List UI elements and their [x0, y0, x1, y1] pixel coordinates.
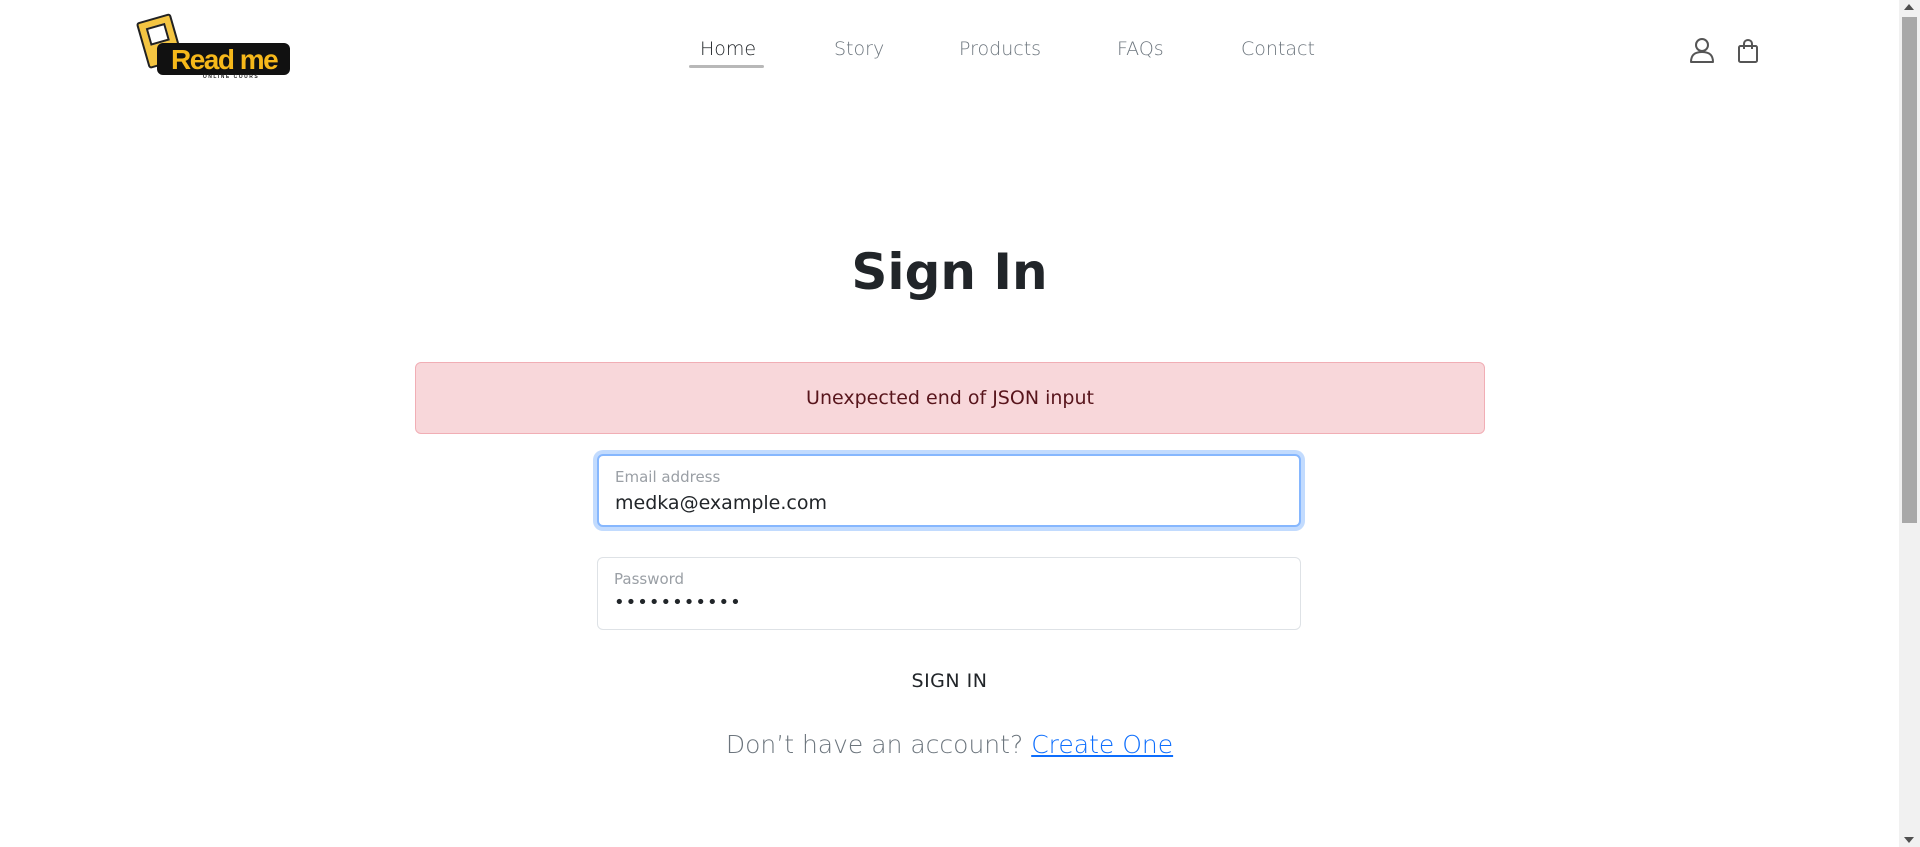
site-header: Read me ONLINE COURS Home Story Products…: [0, 0, 1899, 104]
signup-prompt-text: Don’t have an account?: [725, 730, 1024, 759]
signup-prompt: Don’t have an account? Create One: [0, 730, 1899, 759]
user-icon[interactable]: [1689, 37, 1715, 63]
password-field[interactable]: Password •••••••••••: [597, 557, 1301, 630]
scroll-up-arrow-icon[interactable]: [1904, 4, 1914, 10]
error-alert-text: Unexpected end of JSON input: [806, 387, 1094, 409]
email-field[interactable]: Email address: [597, 454, 1301, 527]
vertical-scrollbar[interactable]: [1899, 0, 1920, 847]
email-input[interactable]: [615, 492, 1275, 514]
logo-subtext: ONLINE COURS: [202, 74, 260, 80]
nav-item-home[interactable]: Home: [700, 38, 756, 60]
scroll-down-arrow-icon[interactable]: [1904, 837, 1914, 843]
error-alert: Unexpected end of JSON input: [415, 362, 1485, 434]
nav-item-contact[interactable]: Contact: [1241, 38, 1315, 60]
scrollbar-thumb[interactable]: [1902, 17, 1917, 523]
active-nav-indicator: [689, 65, 764, 68]
nav-item-products[interactable]: Products: [959, 38, 1041, 60]
shopping-bag-icon[interactable]: [1737, 39, 1759, 63]
brand-logo[interactable]: Read me ONLINE COURS: [135, 13, 293, 83]
email-field-label: Email address: [615, 468, 721, 486]
logo-text: Read me: [171, 44, 279, 75]
password-field-label: Password: [614, 570, 685, 588]
page-title: Sign In: [851, 243, 1048, 301]
nav-item-faqs[interactable]: FAQs: [1117, 38, 1164, 60]
create-account-link[interactable]: Create One: [1031, 730, 1173, 759]
password-input[interactable]: •••••••••••: [614, 592, 1274, 613]
sign-in-button[interactable]: SIGN IN: [0, 670, 1899, 692]
nav-item-story[interactable]: Story: [834, 38, 884, 60]
